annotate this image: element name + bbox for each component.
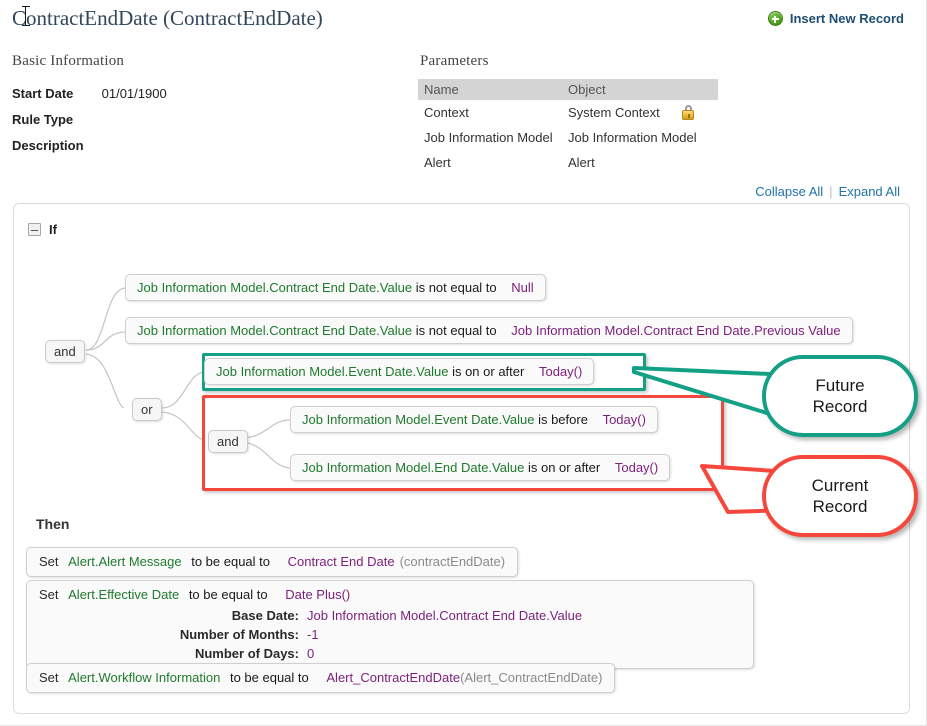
insert-new-record-button[interactable]: Insert New Record xyxy=(767,11,904,26)
condition-operator: is before xyxy=(538,412,588,427)
callout-line-1: Current xyxy=(811,476,869,495)
callout-line-2: Record xyxy=(812,497,868,516)
function-parameters: Base Date: Job Information Model.Contrac… xyxy=(39,606,741,663)
condition-row[interactable]: Job Information Model.Contract End Date.… xyxy=(125,274,546,301)
basic-info-row: Rule Type xyxy=(12,112,98,127)
action-equals: to be equal to xyxy=(229,670,309,685)
table-row[interactable]: Context System Context xyxy=(418,100,718,125)
table-row[interactable]: Alert Alert xyxy=(418,150,718,175)
parameters-heading: Parameters xyxy=(420,53,489,69)
table-header-row: Name Object xyxy=(418,79,718,100)
rule-editor-page: ContractEndDate (ContractEndDate) Insert… xyxy=(0,0,927,726)
action-value-suffix: (Alert_ContractEndDate) xyxy=(460,670,603,685)
if-label: If xyxy=(49,222,57,237)
param-name: Context xyxy=(424,105,469,120)
rule-canvas: If and or and Job Information Model.Cont… xyxy=(13,203,910,714)
function-param-key: Number of Months: xyxy=(179,627,299,642)
condition-field: Job Information Model.Event Date.Value xyxy=(216,364,449,379)
function-param-row: Number of Months: -1 xyxy=(39,625,741,644)
condition-row[interactable]: Job Information Model.Event Date.Value i… xyxy=(290,406,658,433)
action-row[interactable]: Set Alert.Effective Date to be equal to … xyxy=(26,580,754,669)
param-object: Alert xyxy=(568,155,595,170)
param-object-label: System Context xyxy=(568,105,660,120)
condition-operator: is on or after xyxy=(452,364,525,379)
action-target: Alert.Effective Date xyxy=(68,587,180,602)
function-param-value: 0 xyxy=(307,646,315,661)
action-value-suffix: (contractEndDate) xyxy=(399,554,506,569)
column-header-name: Name xyxy=(418,79,562,100)
condition-operator: is on or after xyxy=(527,460,601,475)
action-value: Date Plus() xyxy=(285,587,351,602)
condition-row[interactable]: Job Information Model.Event Date.Value i… xyxy=(204,358,595,385)
then-label: Then xyxy=(36,516,70,532)
padlock-icon xyxy=(681,105,695,120)
start-date-label: Start Date xyxy=(12,86,74,101)
description-label: Description xyxy=(12,138,84,153)
action-equals: to be equal to xyxy=(191,554,270,569)
operator-and-root[interactable]: and xyxy=(45,340,85,363)
future-record-callout: Future Record xyxy=(762,355,918,437)
basic-info-row: Description xyxy=(12,138,98,153)
function-param-value: -1 xyxy=(307,627,319,642)
operator-or[interactable]: or xyxy=(132,398,162,421)
table-row[interactable]: Job Information Model Job Information Mo… xyxy=(418,125,718,150)
callout-line-1: Future xyxy=(815,376,865,395)
condition-value: Today() xyxy=(602,412,646,427)
param-name: Alert xyxy=(424,155,451,170)
condition-field: Job Information Model.Contract End Date.… xyxy=(137,323,413,338)
param-object: Job Information Model xyxy=(568,130,697,145)
operator-and-inner[interactable]: and xyxy=(208,430,248,453)
circle-plus-icon xyxy=(767,11,783,26)
action-set-keyword: Set xyxy=(39,670,59,685)
condition-operator: is not equal to xyxy=(415,280,497,295)
action-equals: to be equal to xyxy=(188,587,268,602)
insert-new-record-label: Insert New Record xyxy=(789,11,904,26)
future-record-callout-text: Future Record xyxy=(813,375,868,417)
collapse-all-link[interactable]: Collapse All xyxy=(755,184,823,199)
column-header-object: Object xyxy=(562,79,718,100)
action-value: Contract End Date xyxy=(287,554,395,569)
collapse-toggle-icon[interactable] xyxy=(28,223,41,236)
basic-information-heading: Basic Information xyxy=(12,53,125,69)
action-row[interactable]: Set Alert.Alert Message to be equal to C… xyxy=(26,547,519,577)
basic-info-row: Start Date 01/01/1900 xyxy=(12,86,167,101)
expand-collapse-toolbar: Collapse All | Expand All xyxy=(755,184,900,199)
condition-row[interactable]: Job Information Model.Contract End Date.… xyxy=(125,317,853,344)
action-value: Alert_ContractEndDate xyxy=(326,670,461,685)
expand-all-link[interactable]: Expand All xyxy=(839,184,900,199)
condition-row[interactable]: Job Information Model.End Date.Value is … xyxy=(290,454,671,481)
condition-field: Job Information Model.Contract End Date.… xyxy=(137,280,413,295)
function-param-value: Job Information Model.Contract End Date.… xyxy=(307,608,583,623)
condition-value: Null xyxy=(511,280,534,295)
condition-value: Today() xyxy=(538,364,583,379)
start-date-value: 01/01/1900 xyxy=(101,86,167,101)
function-param-key: Number of Days: xyxy=(194,646,299,661)
function-param-key: Base Date: xyxy=(231,608,299,623)
function-param-row: Number of Days: 0 xyxy=(39,644,741,663)
param-object: System Context xyxy=(562,100,718,125)
action-set-keyword: Set xyxy=(39,554,59,569)
param-name: Job Information Model xyxy=(424,130,553,145)
action-row[interactable]: Set Alert.Workflow Information to be equ… xyxy=(26,663,616,693)
if-section-header: If xyxy=(28,222,57,237)
page-title: ContractEndDate (ContractEndDate) xyxy=(12,6,323,30)
condition-value: Job Information Model.Contract End Date.… xyxy=(511,323,841,338)
function-param-row: Base Date: Job Information Model.Contrac… xyxy=(39,606,741,625)
condition-field: Job Information Model.End Date.Value xyxy=(302,460,525,475)
parameters-table: Name Object Context System Context Job I… xyxy=(418,79,718,175)
action-target: Alert.Workflow Information xyxy=(68,670,221,685)
action-main-line: Set Alert.Effective Date to be equal to … xyxy=(39,586,741,604)
condition-field: Job Information Model.Event Date.Value xyxy=(302,412,535,427)
action-target: Alert.Alert Message xyxy=(68,554,182,569)
rule-type-label: Rule Type xyxy=(12,112,74,127)
condition-operator: is not equal to xyxy=(415,323,497,338)
toolbar-separator: | xyxy=(829,184,833,199)
callout-line-2: Record xyxy=(812,397,868,416)
current-record-callout: Current Record xyxy=(762,455,918,537)
condition-value: Today() xyxy=(614,460,659,475)
action-set-keyword: Set xyxy=(39,587,59,602)
current-record-callout-text: Current Record xyxy=(812,475,869,517)
